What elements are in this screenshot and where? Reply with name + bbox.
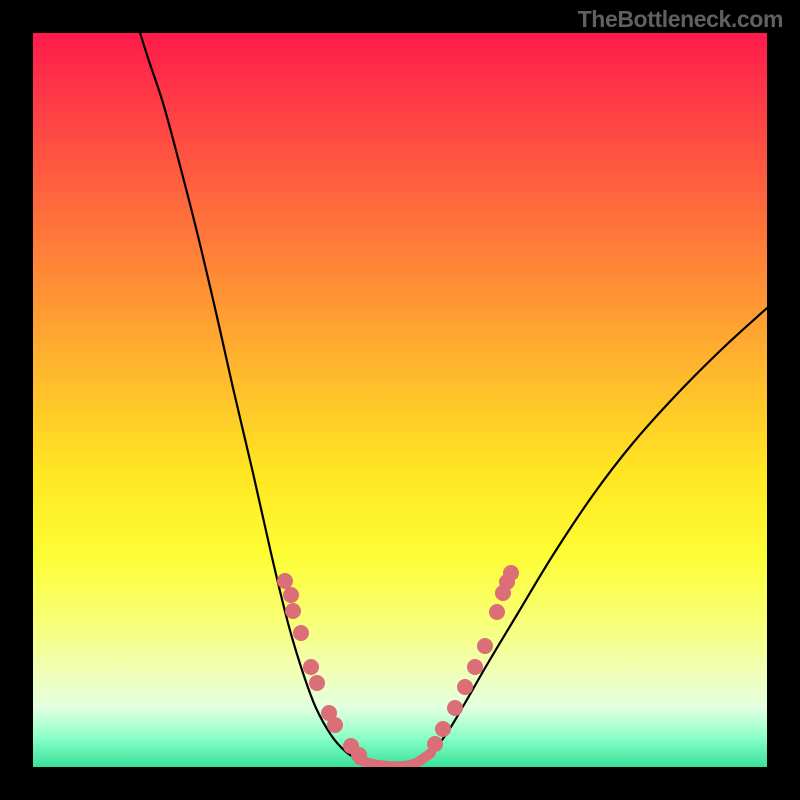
marker-right [467,659,483,675]
marker-right [457,679,473,695]
marker-left [351,747,367,763]
curve-left-curve [137,33,388,766]
curve-bottom-flat [359,753,431,766]
marker-left [293,625,309,641]
marker-left [277,573,293,589]
marker-right [503,565,519,581]
plot-area [33,33,767,767]
marker-left [327,717,343,733]
marker-left [283,587,299,603]
marker-right [435,721,451,737]
marker-right [427,736,443,752]
marker-right [477,638,493,654]
marker-left [309,675,325,691]
chart-svg [33,33,767,767]
marker-left [303,659,319,675]
watermark-text: TheBottleneck.com [578,6,783,33]
marker-right [489,604,505,620]
marker-right [447,700,463,716]
curve-right-curve [403,308,767,766]
marker-left [285,603,301,619]
chart-frame: TheBottleneck.com [0,0,800,800]
